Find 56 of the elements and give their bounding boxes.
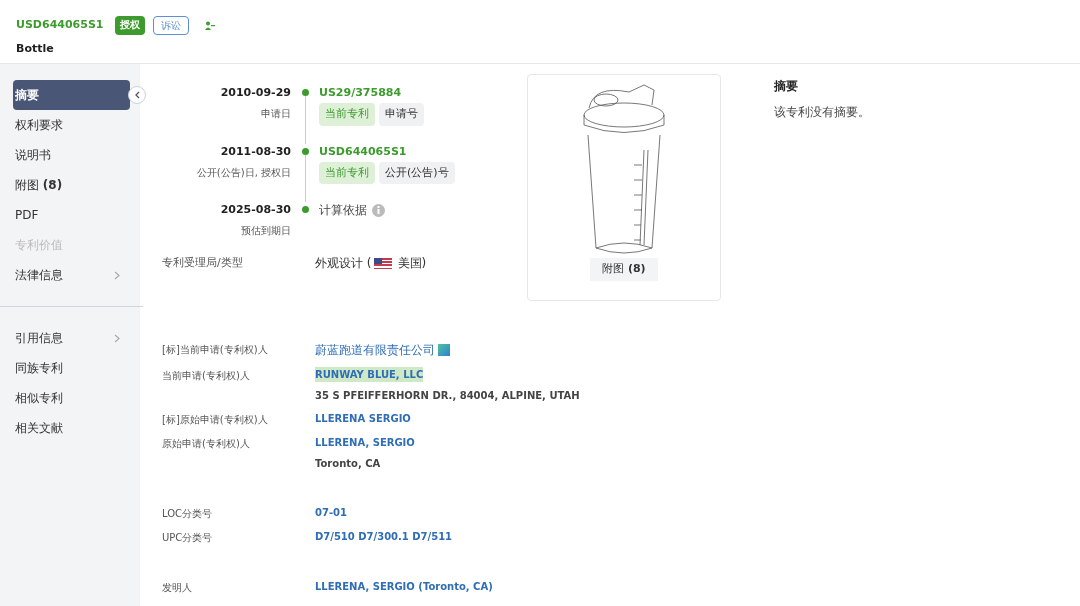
- field-detail: Toronto, CA: [315, 457, 382, 471]
- patent-number: USD644065S1: [16, 17, 104, 34]
- sidebar-item[interactable]: 法律信息: [13, 260, 130, 290]
- sidebar-item[interactable]: 说明书: [13, 140, 130, 170]
- field-label: 当前申请(专利权)人: [162, 369, 251, 383]
- patent-tag: 当前专利: [319, 161, 375, 184]
- sidebar-item[interactable]: 摘要: [13, 80, 130, 110]
- patent-tag: 当前专利: [319, 103, 375, 126]
- field-value: 美国): [397, 255, 427, 272]
- person-icon[interactable]: [205, 20, 216, 31]
- field-label: [标]原始申请(专利权)人: [162, 413, 269, 427]
- timeline-date: 2011-08-30: [220, 143, 291, 160]
- patent-number-link[interactable]: USD644065S1: [319, 143, 455, 160]
- field-label: 专利受理局/类型: [162, 254, 244, 271]
- us-flag-icon: [373, 257, 392, 269]
- sidebar-item[interactable]: 权利要求: [13, 110, 130, 140]
- field-detail: 35 S PFEIFFERHORN DR., 84004, ALPINE, UTAH: [315, 389, 580, 403]
- sidebar-item[interactable]: 附图 (8): [13, 170, 130, 200]
- field-label: LOC分类号: [162, 507, 214, 521]
- field-value-link[interactable]: 07-01: [315, 505, 347, 520]
- abstract-heading: 摘要: [774, 78, 799, 95]
- patent-tag: 申请号: [379, 103, 424, 126]
- patent-number-link[interactable]: US29/375884: [319, 85, 424, 101]
- timeline-date: 2010-09-29: [220, 85, 291, 101]
- field-label: UPC分类号: [162, 531, 214, 545]
- timeline-label: 公开(公告)日, 授权日: [196, 165, 291, 180]
- figure-card[interactable]: 附图 (8): [527, 74, 721, 301]
- field-value-link[interactable]: LLERENA, SERGIO (Toronto, CA): [315, 579, 493, 594]
- patent-title: Bottle: [16, 41, 55, 57]
- sidebar-item[interactable]: 引用信息: [13, 323, 130, 353]
- patent-tag: 公开(公告)号: [379, 161, 455, 184]
- sidebar-item[interactable]: PDF: [13, 200, 130, 230]
- sidebar-item[interactable]: 相似专利: [13, 383, 130, 413]
- figure-caption: 附图 (8): [590, 258, 658, 281]
- field-value: 外观设计 (: [315, 255, 372, 272]
- chevron-right-icon: [114, 270, 120, 280]
- chevron-left-icon: [134, 91, 140, 99]
- abstract-text: 该专利没有摘要。: [774, 104, 870, 121]
- field-label: 原始申请(专利权)人: [162, 437, 251, 451]
- timeline-label: 申请日: [261, 107, 291, 121]
- sidebar-item[interactable]: 相关文献: [13, 413, 130, 443]
- field-label: 发明人: [162, 581, 193, 595]
- status-badge: 授权: [115, 16, 146, 35]
- field-label: [标]当前申请(专利权)人: [162, 343, 269, 357]
- field-value-link[interactable]: 蔚蓝跑道有限责任公司: [315, 341, 435, 359]
- calculation-basis-link[interactable]: 计算依据: [319, 201, 367, 219]
- sidebar-item[interactable]: 同族专利: [13, 353, 130, 383]
- field-value-link[interactable]: LLERENA, SERGIO: [315, 435, 415, 450]
- field-value-link[interactable]: LLERENA SERGIO: [315, 411, 411, 426]
- chevron-right-icon: [114, 333, 120, 343]
- timeline-label: 预估到期日: [241, 224, 291, 238]
- status-badge: 诉讼: [153, 16, 190, 35]
- field-value-link[interactable]: D7/510 D7/300.1 D7/511: [315, 529, 453, 544]
- info-icon: [372, 203, 385, 217]
- timeline-date: 2025-08-30: [220, 202, 291, 218]
- field-value-link[interactable]: RUNWAY BLUE, LLC: [315, 367, 424, 382]
